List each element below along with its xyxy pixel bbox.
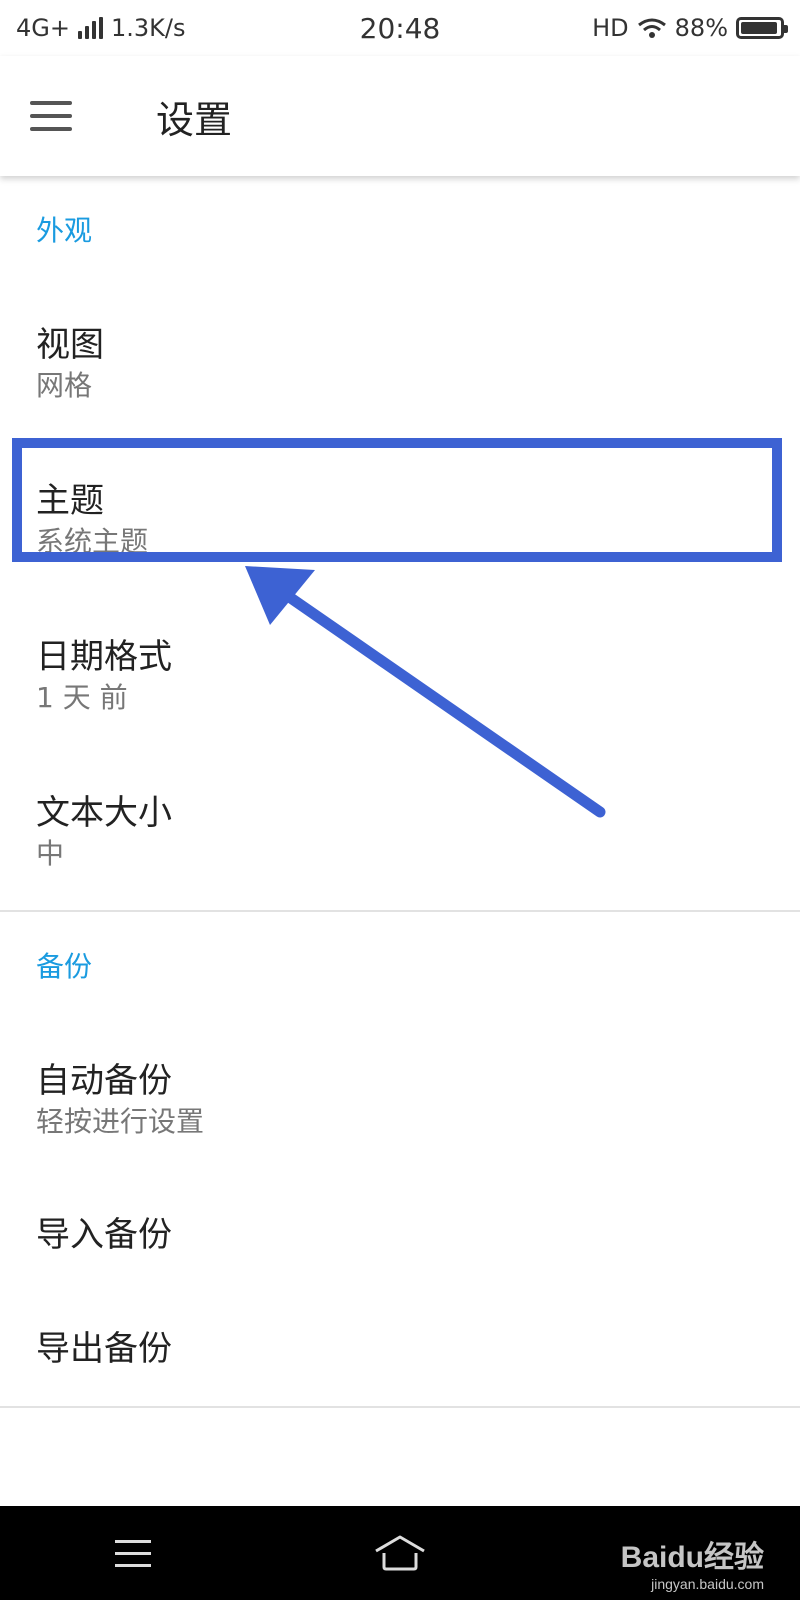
setting-item-auto-backup[interactable]: 自动备份 轻按进行设置 — [0, 1022, 800, 1178]
status-right: HD 88% — [592, 14, 788, 42]
setting-item-date-format[interactable]: 日期格式 1 天 前 — [0, 598, 800, 754]
settings-list: 外观 视图 网格 主题 系统主题 日期格式 1 天 前 文本大小 中 备份 自动… — [0, 176, 800, 1408]
setting-value: 轻按进行设置 — [36, 1105, 205, 1138]
settings-screen: 4G+ 1.3K/s 20:48 HD 88% 设置 外观 视图 网格 主题 系… — [0, 0, 800, 1600]
battery-percent: 88% — [674, 14, 728, 42]
status-left: 4G+ 1.3K/s — [16, 14, 185, 42]
signal-icon — [77, 17, 103, 39]
setting-value: 系统主题 — [36, 525, 149, 558]
watermark-brand: Baidu经验 — [620, 1541, 764, 1574]
setting-value: 中 — [36, 837, 65, 870]
setting-title: 主题 — [36, 481, 104, 521]
network-type: 4G+ — [16, 14, 70, 42]
setting-value: 网格 — [36, 369, 93, 402]
navigation-bar: Baidu经验 jingyan.baidu.com — [0, 1506, 800, 1600]
setting-item-export-backup[interactable]: 导出备份 — [0, 1292, 800, 1406]
setting-item-text-size[interactable]: 文本大小 中 — [0, 754, 800, 910]
watermark: Baidu经验 jingyan.baidu.com — [621, 1532, 764, 1592]
page-title: 设置 — [156, 97, 233, 142]
network-speed: 1.3K/s — [110, 14, 186, 42]
setting-value: 1 天 前 — [36, 681, 128, 714]
wifi-icon — [637, 18, 666, 38]
setting-title: 自动备份 — [36, 1061, 172, 1101]
app-bar: 设置 — [0, 56, 800, 176]
status-bar: 4G+ 1.3K/s 20:48 HD 88% — [0, 0, 800, 56]
hamburger-menu-icon[interactable] — [30, 84, 94, 148]
watermark-url: jingyan.baidu.com — [651, 1576, 764, 1592]
setting-title: 导入备份 — [36, 1215, 172, 1255]
section-header-appearance: 外观 — [36, 214, 93, 247]
home-icon[interactable] — [360, 1518, 440, 1588]
section-header-backup: 备份 — [36, 950, 93, 983]
setting-title: 文本大小 — [36, 793, 172, 833]
battery-icon — [736, 17, 788, 39]
hd-indicator: HD — [592, 14, 629, 42]
recent-apps-icon[interactable] — [93, 1518, 173, 1588]
setting-item-theme[interactable]: 主题 系统主题 — [0, 442, 800, 598]
section-divider — [0, 1406, 800, 1408]
setting-title: 日期格式 — [36, 637, 172, 677]
setting-title: 导出备份 — [36, 1329, 172, 1369]
setting-title: 视图 — [36, 325, 104, 365]
setting-item-import-backup[interactable]: 导入备份 — [0, 1178, 800, 1292]
setting-item-view[interactable]: 视图 网格 — [0, 286, 800, 442]
